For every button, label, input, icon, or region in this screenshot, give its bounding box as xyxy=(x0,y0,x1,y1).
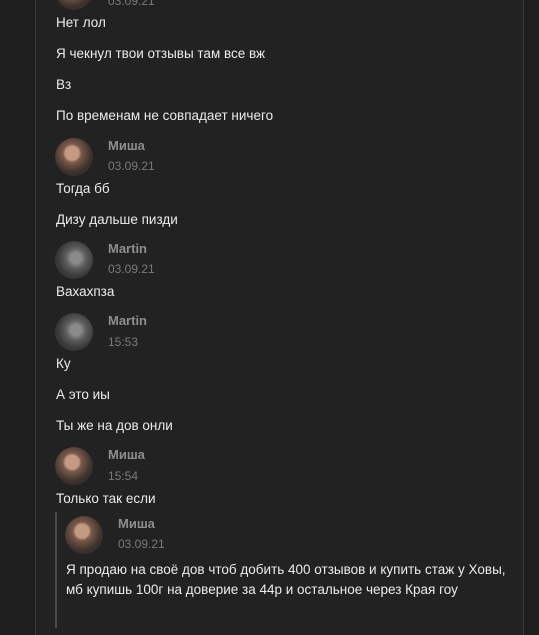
quote-text: Я продаю на своё дов чтоб добить 400 отз… xyxy=(66,562,506,597)
message-text: По временам не совпадает ничего xyxy=(56,108,274,123)
message-author[interactable]: Миша xyxy=(108,447,145,462)
message-date: 03.09.21 xyxy=(108,159,155,173)
avatar[interactable] xyxy=(55,313,93,351)
message-text: Вз xyxy=(56,77,72,92)
message-date: 15:53 xyxy=(108,335,139,349)
message-date: 03.09.21 xyxy=(108,0,155,8)
message-date: 15:54 xyxy=(108,469,139,483)
message-author[interactable]: Миша xyxy=(108,138,145,153)
message-author[interactable]: Martin xyxy=(108,313,147,328)
message-text: Дизу дальше пизди xyxy=(56,212,178,227)
quote-date: 03.09.21 xyxy=(118,537,165,551)
message-text: Вахахпза xyxy=(56,284,115,299)
avatar[interactable] xyxy=(55,447,93,485)
message-text: Нет лол xyxy=(56,15,106,30)
avatar[interactable] xyxy=(55,241,93,279)
message-text: Я чекнул твои отзывы там все вж xyxy=(56,46,266,61)
quote-avatar[interactable] xyxy=(65,516,103,554)
avatar[interactable] xyxy=(55,138,93,176)
quote-bar xyxy=(55,512,57,628)
message-text: Тогда бб xyxy=(56,181,110,196)
message-text: Только так если xyxy=(56,491,156,506)
right-border xyxy=(523,0,524,635)
message-text: А это иы xyxy=(56,387,110,402)
message-date: 03.09.21 xyxy=(108,262,155,276)
message-author[interactable]: Martin xyxy=(108,241,147,256)
message-text: Ты же на дов онли xyxy=(56,418,173,433)
quote-author[interactable]: Миша xyxy=(118,516,155,531)
message-text: Ку xyxy=(56,356,71,371)
